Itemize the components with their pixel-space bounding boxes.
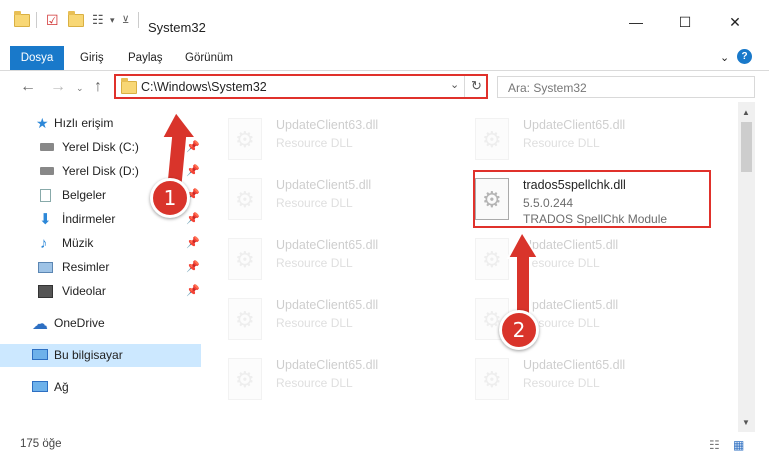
new-folder-icon[interactable] [68,8,84,32]
tab-view[interactable]: Görünüm [185,46,233,70]
sidebar-item-network[interactable]: Ağ [0,376,201,399]
sidebar-item-disk-c[interactable]: Yerel Disk (C:) 📌 [0,136,201,159]
pin-icon[interactable]: 📌 [186,160,200,183]
navigation-bar: ← → ⌄ ↑ C:\Windows\System32 ⌄ ↻ Ara: Sys… [0,72,769,102]
large-icons-view-icon[interactable]: ▦ [733,438,744,452]
chevron-down-icon[interactable]: ▾ [110,8,115,32]
up-button[interactable]: ↑ [94,78,102,96]
folder-icon [14,8,30,32]
highlight-box [473,170,711,228]
sidebar-item-this-pc[interactable]: Bu bilgisayar [0,344,201,367]
expand-ribbon-icon[interactable]: ⌄ [720,51,729,64]
dll-file-icon [475,238,509,280]
folder-icon [121,78,137,94]
file-item[interactable]: UpdateClient63.dll Resource DLL [218,112,458,166]
step-one-badge: 1 [150,178,190,218]
sidebar-item-onedrive[interactable]: ☁ OneDrive [0,312,201,335]
drive-icon [40,167,54,175]
pin-icon[interactable]: 📌 [186,256,200,279]
file-list: UpdateClient63.dll Resource DLL UpdateCl… [218,108,738,432]
music-icon: ♪ [40,235,48,252]
file-item[interactable]: UpdateClient65.dll Resource DLL [465,112,705,166]
tab-file[interactable]: Dosya [10,46,64,70]
dll-file-icon [228,238,262,280]
video-icon [38,285,53,298]
ribbon-tabs: Dosya Giriş Paylaş Görünüm ⌄ [0,44,769,71]
minimize-button[interactable]: — [613,14,659,44]
pin-icon[interactable]: 📌 [186,232,200,255]
dll-file-icon [228,298,262,340]
pin-icon[interactable]: 📌 [186,136,200,159]
scroll-thumb[interactable] [741,122,752,172]
address-bar[interactable]: C:\Windows\System32 ⌄ ↻ [114,74,488,99]
status-bar: 175 öğe ☷ ▦ [0,432,769,466]
dll-file-icon [475,118,509,160]
download-icon: ⬇ [39,211,52,228]
step-two-badge: 2 [499,310,539,350]
pictures-icon [38,262,53,273]
sidebar-item-pictures[interactable]: Resimler 📌 [0,256,201,279]
dll-file-icon [475,358,509,400]
refresh-icon[interactable]: ↻ [471,78,482,94]
customize-qa-icon[interactable]: ⊻ [122,8,129,32]
file-item[interactable]: UpdateClient65.dll Resource DLL [218,232,458,286]
details-view-icon[interactable]: ☷ [709,438,720,452]
address-path[interactable]: C:\Windows\System32 [141,80,267,94]
properties-icon[interactable]: ☑ [46,8,59,32]
help-icon[interactable]: ? [737,49,752,64]
sidebar-item-music[interactable]: ♪ Müzik 📌 [0,232,201,255]
file-item[interactable]: UpdateClient5.dll Resource DLL [465,232,705,286]
pin-icon[interactable]: 📌 [186,208,200,231]
vertical-scrollbar[interactable]: ▲ ▼ [738,102,755,432]
file-item[interactable]: UpdateClient65.dll Resource DLL [218,352,458,406]
forward-button[interactable]: → [50,78,66,96]
scroll-up-icon[interactable]: ▲ [742,108,750,117]
view-icon[interactable]: ☷ [92,8,104,32]
tab-home[interactable]: Giriş [80,46,104,70]
pin-icon[interactable]: 📌 [186,280,200,303]
star-icon: ★ [36,115,49,131]
dll-file-icon [228,358,262,400]
computer-icon [32,349,48,360]
back-button[interactable]: ← [20,78,36,96]
documents-icon [40,189,51,202]
file-item[interactable]: UpdateClient65.dll Resource DLL [465,352,705,406]
maximize-button[interactable]: ☐ [662,14,708,44]
item-count: 175 öğe [20,438,62,450]
cloud-icon: ☁ [32,316,48,333]
window-title: System32 [148,20,206,35]
separator [36,12,37,28]
chevron-down-icon[interactable]: ⌄ [450,78,459,91]
network-icon [32,381,48,392]
scroll-down-icon[interactable]: ▼ [742,418,750,427]
drive-icon [40,143,54,151]
sidebar-item-videos[interactable]: Videolar 📌 [0,280,201,303]
sidebar-item-quick-access[interactable]: ★ Hızlı erişim [0,112,201,135]
recent-locations-icon[interactable]: ⌄ [76,83,84,94]
search-input[interactable]: Ara: System32 [497,76,755,98]
close-button[interactable]: ✕ [712,14,758,44]
file-item[interactable]: UpdateClient65.dll Resource DLL [218,292,458,346]
file-item[interactable]: UpdateClient5.dll Resource DLL [218,172,458,226]
navigation-pane: ★ Hızlı erişim Yerel Disk (C:) 📌 Yerel D… [0,108,218,430]
tab-share[interactable]: Paylaş [128,46,163,70]
search-placeholder: Ara: System32 [508,81,587,95]
dll-file-icon [228,118,262,160]
dll-file-icon [228,178,262,220]
separator [138,12,139,28]
title-bar: ☑ ☷ ▾ ⊻ System32 — ☐ ✕ [0,0,769,44]
